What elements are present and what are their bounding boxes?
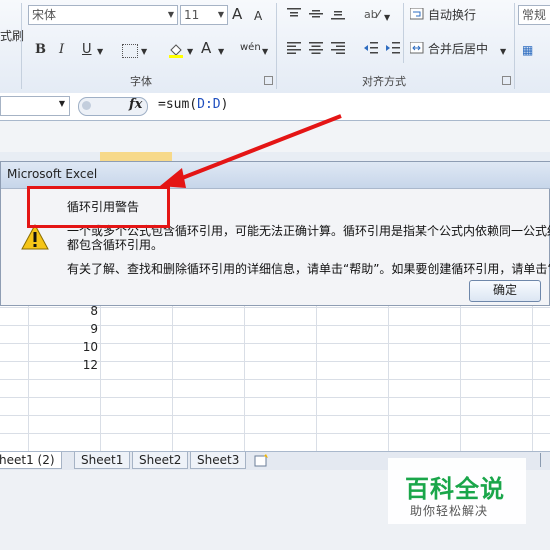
tab-split-handle[interactable] [540, 453, 549, 467]
sheet-tab[interactable]: Sheet3 [190, 452, 247, 469]
insert-sheet-icon[interactable] [253, 453, 271, 470]
sheet-tab[interactable]: Sheet1 [74, 452, 131, 469]
watermark-title: 百科全说 [405, 475, 505, 503]
sheet-tab[interactable]: heet1 (2) [0, 452, 62, 469]
watermark-logo: 百科全说 助你轻松解决 [388, 458, 526, 524]
sheet-tab[interactable]: Sheet2 [132, 452, 189, 469]
watermark-subtitle: 助你轻松解决 [410, 504, 489, 518]
